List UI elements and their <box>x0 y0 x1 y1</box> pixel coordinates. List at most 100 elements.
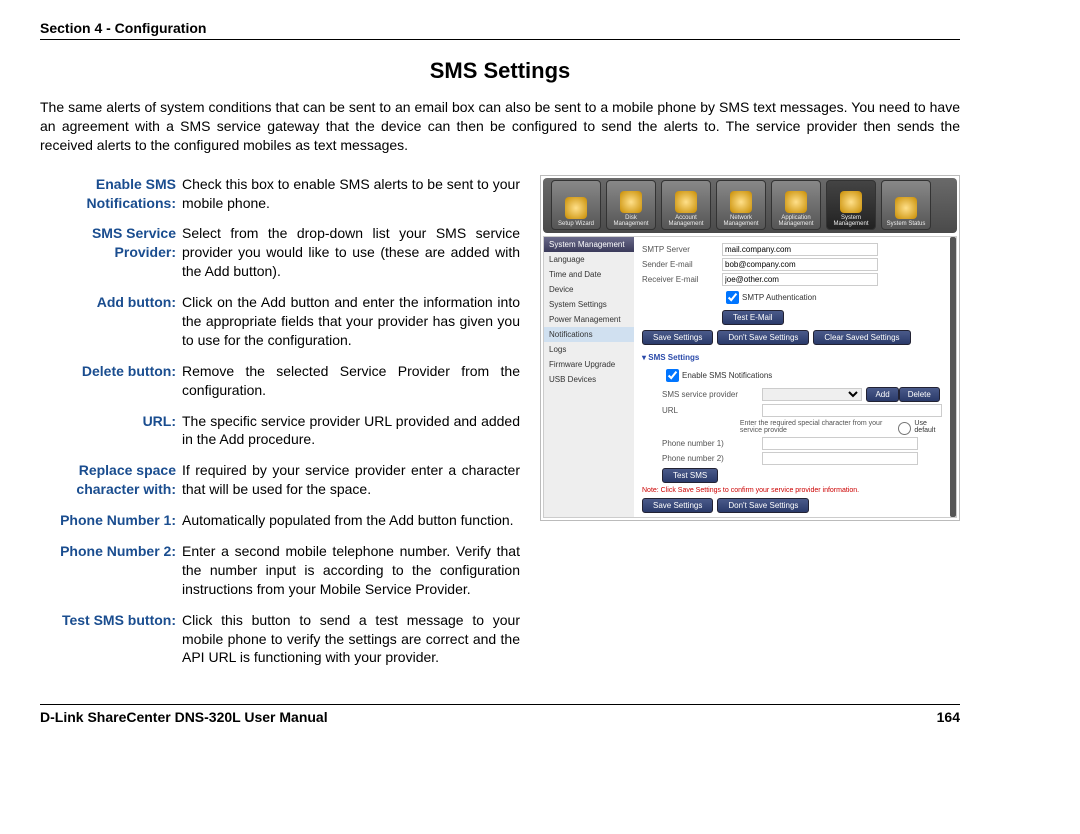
def-test-sms: Test SMS button: Click this button to se… <box>40 611 520 668</box>
def-enable-sms: Enable SMS Notifications: Check this box… <box>40 175 520 213</box>
clear-button[interactable]: Clear Saved Settings <box>813 330 910 345</box>
def-label: URL: <box>40 412 182 450</box>
def-sms-provider: SMS Service Provider: Select from the dr… <box>40 224 520 281</box>
row-smtp: SMTP Server <box>642 243 942 256</box>
tool-label: Disk Management <box>607 215 655 227</box>
row-url-note: Enter the required special character fro… <box>642 419 942 435</box>
tool-system[interactable]: System Management <box>826 180 876 230</box>
def-label: Add button: <box>40 293 182 350</box>
tool-label: Application Management <box>772 215 820 227</box>
sms-section-title: SMS Settings <box>642 353 942 362</box>
def-label: Enable SMS Notifications: <box>40 175 182 213</box>
sender-label: Sender E-mail <box>642 260 722 269</box>
smtp-label: SMTP Server <box>642 245 722 254</box>
tool-label: System Management <box>827 215 875 227</box>
row-receiver: Receiver E-mail <box>642 273 942 286</box>
delete-button[interactable]: Delete <box>899 387 940 402</box>
smtp-auth-check[interactable] <box>726 291 739 304</box>
tool-network[interactable]: Network Management <box>716 180 766 230</box>
tool-label: System Status <box>887 221 926 227</box>
use-default-label: Use default <box>914 420 942 434</box>
sb-firmware[interactable]: Firmware Upgrade <box>544 357 634 372</box>
provider-label: SMS service provider <box>662 390 762 399</box>
sb-system-settings[interactable]: System Settings <box>544 297 634 312</box>
toolbar: Setup Wizard Disk Management Account Man… <box>543 178 957 233</box>
scrollbar[interactable] <box>950 237 956 517</box>
dontsave-button-2[interactable]: Don't Save Settings <box>717 498 809 513</box>
section-label: Section 4 - Configuration <box>40 20 206 36</box>
use-default-radio[interactable] <box>898 422 911 435</box>
tool-account[interactable]: Account Management <box>661 180 711 230</box>
intro-paragraph: The same alerts of system conditions tha… <box>40 98 960 155</box>
save-button-2[interactable]: Save Settings <box>642 498 713 513</box>
row-url: URL <box>642 404 942 417</box>
footer-left: D-Link ShareCenter DNS-320L User Manual <box>40 709 328 725</box>
url-input[interactable] <box>762 404 942 417</box>
def-desc: The specific service provider URL provid… <box>182 412 520 450</box>
def-phone1: Phone Number 1: Automatically populated … <box>40 511 520 530</box>
def-url: URL: The specific service provider URL p… <box>40 412 520 450</box>
recv-label: Receiver E-mail <box>642 275 722 284</box>
note-text: Note: Click Save Settings to confirm you… <box>642 487 942 494</box>
row-provider: SMS service provider Add Delete <box>642 387 942 402</box>
phone2-input[interactable] <box>762 452 918 465</box>
def-add-button: Add button: Click on the Add button and … <box>40 293 520 350</box>
screenshot-panel: Setup Wizard Disk Management Account Man… <box>540 175 960 521</box>
enable-sms-label: Enable SMS Notifications <box>682 371 772 380</box>
phone1-label: Phone number 1) <box>662 439 762 448</box>
dontsave-button-1[interactable]: Don't Save Settings <box>717 330 809 345</box>
def-label: Delete button: <box>40 362 182 400</box>
tool-label: Setup Wizard <box>558 221 594 227</box>
shot-sidebar: System Management Language Time and Date… <box>544 237 634 517</box>
shot-content: SMTP Server Sender E-mail Receiver E-mai… <box>634 237 950 517</box>
app-screenshot: Setup Wizard Disk Management Account Man… <box>540 175 960 521</box>
sb-power[interactable]: Power Management <box>544 312 634 327</box>
shot-body: System Management Language Time and Date… <box>543 236 957 518</box>
sender-input[interactable] <box>722 258 878 271</box>
def-label: Replace space character with: <box>40 461 182 499</box>
def-label: SMS Service Provider: <box>40 224 182 281</box>
definitions-list: Enable SMS Notifications: Check this box… <box>40 175 520 680</box>
def-desc: Click on the Add button and enter the in… <box>182 293 520 350</box>
row-enable-sms: Enable SMS Notifications <box>642 366 942 385</box>
save-button-1[interactable]: Save Settings <box>642 330 713 345</box>
def-desc: If required by your service provider ent… <box>182 461 520 499</box>
def-delete-button: Delete button: Remove the selected Servi… <box>40 362 520 400</box>
test-sms-button[interactable]: Test SMS <box>662 468 718 483</box>
page-number: 164 <box>937 709 960 725</box>
app-icon <box>785 191 807 213</box>
sb-time[interactable]: Time and Date <box>544 267 634 282</box>
smtp-input[interactable] <box>722 243 878 256</box>
tool-label: Network Management <box>717 215 765 227</box>
row-phone2: Phone number 2) <box>642 452 942 465</box>
add-button[interactable]: Add <box>866 387 898 402</box>
provider-select[interactable] <box>762 388 862 401</box>
def-label: Phone Number 2: <box>40 542 182 599</box>
wizard-icon <box>565 197 587 219</box>
tool-setup-wizard[interactable]: Setup Wizard <box>551 180 601 230</box>
section-header: Section 4 - Configuration <box>40 20 960 40</box>
sb-language[interactable]: Language <box>544 252 634 267</box>
tool-status[interactable]: System Status <box>881 180 931 230</box>
sb-usb[interactable]: USB Devices <box>544 372 634 387</box>
test-email-button[interactable]: Test E-Mail <box>722 310 784 325</box>
def-desc: Check this box to enable SMS alerts to b… <box>182 175 520 213</box>
def-label: Test SMS button: <box>40 611 182 668</box>
page-title: SMS Settings <box>40 58 960 84</box>
def-desc: Click this button to send a test message… <box>182 611 520 668</box>
tool-application[interactable]: Application Management <box>771 180 821 230</box>
def-desc: Enter a second mobile telephone number. … <box>182 542 520 599</box>
page-footer: D-Link ShareCenter DNS-320L User Manual … <box>40 704 960 725</box>
phone1-input[interactable] <box>762 437 918 450</box>
recv-input[interactable] <box>722 273 878 286</box>
url-label: URL <box>662 406 762 415</box>
enable-sms-check[interactable] <box>666 369 679 382</box>
row-smtp-auth: SMTP Authentication <box>642 288 942 307</box>
network-icon <box>730 191 752 213</box>
def-desc: Automatically populated from the Add but… <box>182 511 520 530</box>
sb-notifications[interactable]: Notifications <box>544 327 634 342</box>
tool-disk[interactable]: Disk Management <box>606 180 656 230</box>
sb-device[interactable]: Device <box>544 282 634 297</box>
sb-logs[interactable]: Logs <box>544 342 634 357</box>
tool-label: Account Management <box>662 215 710 227</box>
